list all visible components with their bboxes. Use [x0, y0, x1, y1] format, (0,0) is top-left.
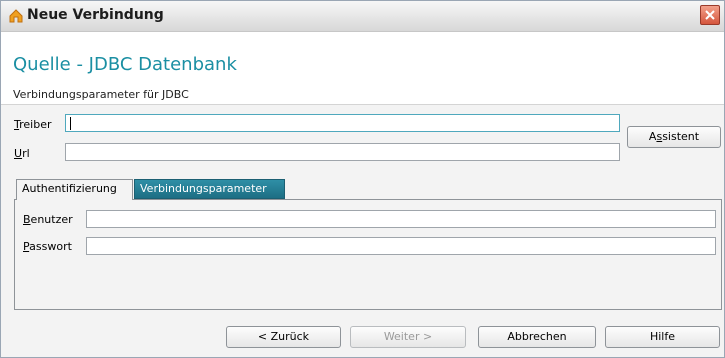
close-icon	[705, 10, 715, 20]
tab-panel: Benutzer Passwort	[14, 199, 722, 310]
url-label: Url	[14, 147, 30, 160]
cancel-button[interactable]: Abbrechen	[478, 326, 596, 348]
user-input[interactable]	[86, 210, 716, 228]
close-button[interactable]	[700, 5, 720, 25]
page-subtitle: Verbindungsparameter für JDBC	[13, 88, 189, 101]
assistant-button[interactable]: Assistent	[627, 126, 721, 148]
new-connection-dialog: Neue Verbindung Quelle - JDBC Datenbank …	[0, 0, 725, 358]
password-input[interactable]	[86, 237, 716, 255]
text-caret	[70, 117, 71, 130]
title-bar: Neue Verbindung	[1, 1, 724, 32]
url-input[interactable]	[65, 143, 620, 161]
help-button[interactable]: Hilfe	[605, 326, 720, 348]
driver-input[interactable]	[65, 114, 620, 132]
window-title: Neue Verbindung	[27, 7, 164, 23]
app-icon	[9, 9, 23, 23]
tab-connection-parameters[interactable]: Verbindungsparameter	[134, 179, 285, 199]
back-button[interactable]: < Zurück	[226, 326, 341, 348]
user-label: Benutzer	[23, 213, 73, 226]
tab-authentication[interactable]: Authentifizierung	[16, 179, 133, 200]
button-bar: < Zurück Weiter > Abbrechen Hilfe	[1, 311, 724, 357]
password-label: Passwort	[23, 240, 72, 253]
page-header: Quelle - JDBC Datenbank Verbindungsparam…	[1, 32, 724, 105]
next-button[interactable]: Weiter >	[350, 326, 466, 348]
driver-label: Treiber	[14, 118, 52, 131]
page-title: Quelle - JDBC Datenbank	[13, 54, 237, 75]
